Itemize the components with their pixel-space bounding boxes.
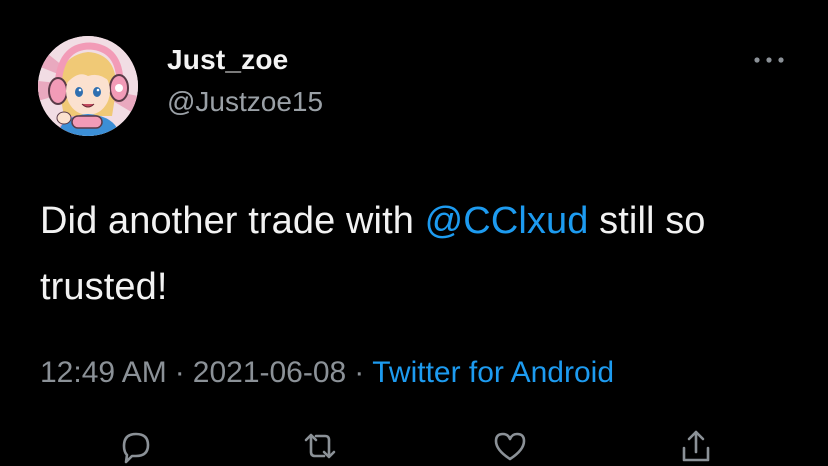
tweet-metadata: 12:49 AM · 2021-06-08 · Twitter for Android [40,356,614,390]
share-icon [682,430,710,462]
tweet-date: 2021-06-08 [192,356,347,389]
like-button[interactable] [490,426,530,466]
reply-icon [122,432,150,464]
share-button[interactable] [676,426,716,466]
more-options-button[interactable] [752,50,786,70]
avatar[interactable] [38,36,138,136]
tweet-actions-bar [0,424,828,464]
more-horizontal-icon [754,57,784,63]
reply-button[interactable] [116,426,156,466]
tweet-text: Did another trade with @CClxud still so … [40,188,800,320]
avatar-illustration [38,36,138,136]
heart-icon [494,432,526,461]
mention-link[interactable]: @CClxud [425,200,589,242]
tweet-text-before: Did another trade with [40,200,425,242]
tweet-source-link[interactable]: Twitter for Android [372,356,614,389]
meta-separator: · [354,356,365,389]
retweet-icon [304,433,336,459]
meta-separator: · [174,356,185,389]
display-name[interactable]: Just_zoe [167,44,288,76]
retweet-button[interactable] [300,426,340,466]
user-handle[interactable]: @Justzoe15 [167,86,323,118]
tweet-time: 12:49 AM [40,356,167,389]
tweet-card: Just_zoe @Justzoe15 Did another trade wi… [0,0,828,464]
